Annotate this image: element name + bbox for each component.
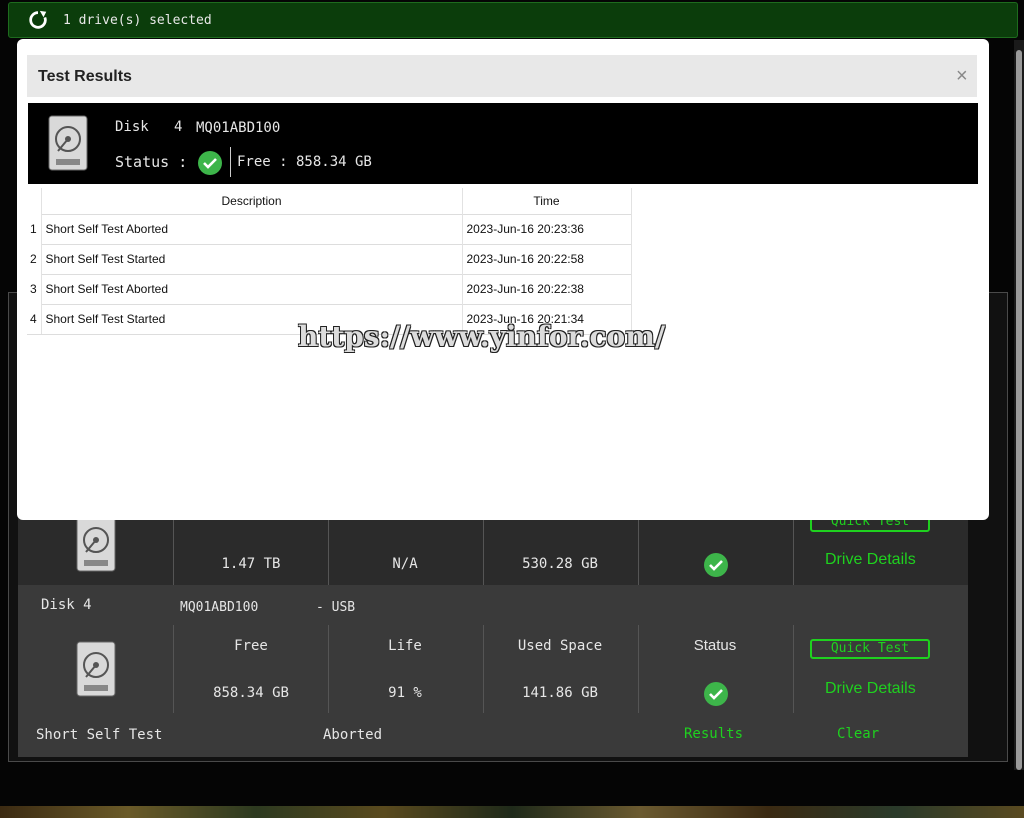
drive-model: MQ01ABD100 bbox=[180, 600, 259, 615]
refresh-icon[interactable] bbox=[27, 9, 49, 31]
scrollbar-thumb[interactable] bbox=[1016, 50, 1022, 770]
quick-test-button[interactable]: Quick Test bbox=[810, 639, 930, 659]
close-icon[interactable]: × bbox=[956, 65, 968, 88]
test-results-dialog: Test Results × Disk 4 MQ01ABD100 Status … bbox=[17, 39, 989, 520]
hard-drive-icon bbox=[76, 516, 116, 572]
disk-label: Disk 4 bbox=[41, 597, 92, 613]
disk-banner: Disk 4 MQ01ABD100 Status : Free : 858.34… bbox=[28, 103, 978, 184]
capacity-value: 1.47 TB bbox=[221, 556, 281, 572]
table-row: 1 Short Self Test Aborted 2023-Jun-16 20… bbox=[27, 213, 632, 244]
banner-status-label: Status : bbox=[115, 153, 188, 171]
used-space-header: Used Space bbox=[517, 638, 603, 654]
status-ok-icon bbox=[704, 682, 728, 706]
row-time: 2023-Jun-16 20:22:58 bbox=[461, 243, 632, 274]
row-description: Short Self Test Aborted bbox=[40, 213, 462, 244]
life-value: 91 % bbox=[388, 685, 422, 701]
dialog-header: Test Results × bbox=[27, 55, 977, 97]
table-row: 3 Short Self Test Aborted 2023-Jun-16 20… bbox=[27, 273, 632, 304]
clear-link[interactable]: Clear bbox=[837, 726, 879, 742]
status-header: Status bbox=[693, 637, 737, 654]
row-index: 3 bbox=[30, 282, 37, 296]
column-header-time: Time bbox=[461, 188, 632, 214]
row-description: Short Self Test Started bbox=[40, 243, 462, 274]
test-name: Short Self Test bbox=[36, 727, 163, 743]
used-space-value: 141.86 GB bbox=[522, 685, 598, 701]
banner-disk-label: Disk 4 bbox=[115, 119, 183, 135]
free-header: Free bbox=[234, 638, 268, 654]
hard-drive-icon bbox=[48, 115, 88, 171]
drive-details-link[interactable]: Drive Details bbox=[825, 551, 916, 569]
column-header-description: Description bbox=[40, 188, 462, 214]
banner-model: MQ01ABD100 bbox=[196, 120, 281, 136]
used-space-value: 530.28 GB bbox=[522, 556, 598, 572]
life-header: Life bbox=[388, 638, 422, 654]
results-table: Description Time 1 Short Self Test Abort… bbox=[27, 188, 632, 335]
drive-interface: - USB bbox=[316, 600, 356, 615]
status-ok-icon bbox=[704, 553, 728, 577]
dialog-title: Test Results bbox=[38, 68, 132, 85]
table-row: 2 Short Self Test Started 2023-Jun-16 20… bbox=[27, 243, 632, 274]
row-index: 4 bbox=[27, 304, 41, 335]
row-time: 2023-Jun-16 20:23:36 bbox=[461, 213, 632, 244]
drive-details-link[interactable]: Drive Details bbox=[825, 680, 916, 698]
row-time: 2023-Jun-16 20:22:38 bbox=[461, 273, 632, 304]
banner-divider bbox=[230, 147, 231, 177]
selected-count: 1 drive(s) selected bbox=[63, 13, 212, 28]
row-index: 2 bbox=[30, 252, 37, 266]
results-link[interactable]: Results bbox=[684, 726, 743, 742]
row-index: 1 bbox=[30, 222, 37, 236]
hard-drive-icon bbox=[76, 641, 116, 697]
top-bar: 1 drive(s) selected bbox=[8, 2, 1018, 38]
status-ok-icon bbox=[198, 151, 222, 175]
drive-card-2: Disk 4 MQ01ABD100 - USB Free Life Used S… bbox=[18, 585, 968, 757]
row-description: Short Self Test Aborted bbox=[40, 273, 462, 304]
banner-free: Free : 858.34 GB bbox=[237, 154, 372, 170]
watermark: https://www.yinfor.com/ bbox=[298, 320, 666, 353]
free-value: 858.34 GB bbox=[213, 685, 289, 701]
desktop-wallpaper bbox=[0, 806, 1024, 818]
life-value: N/A bbox=[392, 556, 418, 572]
test-state: Aborted bbox=[323, 727, 383, 743]
